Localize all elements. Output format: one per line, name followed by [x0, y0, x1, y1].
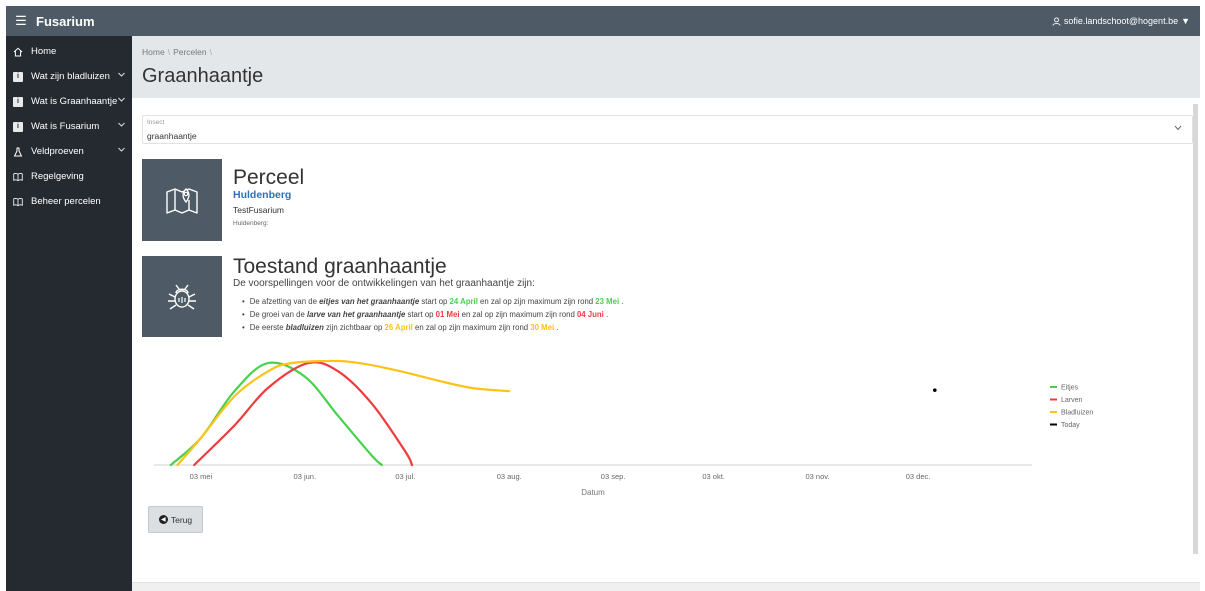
legend-eitjes-label: Eitjes — [1061, 385, 1079, 392]
sidebar-item-wat-is-fusarium[interactable]: i Wat is Fusarium — [6, 114, 132, 139]
x-tick-label: 03 dec. — [906, 472, 931, 481]
series-larven-line — [193, 361, 414, 467]
back-button[interactable]: ◀ Terug — [148, 506, 203, 533]
sidebar-item-label: Regelgeving — [31, 171, 84, 182]
legend-today-label: Today — [1061, 422, 1080, 429]
sidebar-item-label: Beheer percelen — [31, 196, 101, 207]
chevron-down-icon — [118, 147, 125, 152]
x-axis-title: Datum — [581, 488, 605, 497]
info-icon: i — [13, 96, 23, 107]
user-menu[interactable]: sofie.landschoot@hogent.be ▼ — [1052, 16, 1190, 26]
sidebar-item-label: Veldproeven — [31, 146, 84, 157]
sidebar-item-wat-is-graanhaantje[interactable]: i Wat is Graanhaantje — [6, 89, 132, 114]
x-tick-label: 03 aug. — [497, 472, 522, 481]
arrow-left-icon: ◀ — [158, 515, 168, 524]
chevron-down-icon — [118, 72, 125, 77]
sidebar-item-label: Wat is Fusarium — [31, 121, 100, 132]
x-tick-label: 03 jun. — [294, 472, 317, 481]
book-icon — [13, 197, 23, 207]
x-tick-label: 03 jul. — [395, 472, 415, 481]
top-navbar: ☰ Fusarium sofie.landschoot@hogent.be ▼ — [6, 6, 1200, 36]
back-button-label: Terug — [170, 514, 193, 525]
main-content: Home \ Percelen \ Graanhaantje Insect graan… — [132, 36, 1200, 591]
user-email: sofie.landschoot@hogent.be — [1063, 16, 1179, 26]
user-icon — [1052, 16, 1061, 26]
series-bladluizen-line — [176, 359, 511, 467]
x-tick-label: 03 nov. — [806, 472, 830, 481]
scrollbar[interactable] — [1193, 104, 1198, 554]
book-icon — [13, 172, 23, 182]
flask-icon — [13, 147, 23, 157]
sidebar-item-home[interactable]: Home — [6, 39, 132, 64]
hamburger-menu-icon[interactable]: ☰ — [10, 6, 32, 36]
series-eitjes-line — [169, 361, 383, 467]
sidebar: Home i Wat zijn bladluizen i Wat is Graa… — [6, 36, 132, 591]
sidebar-item-wat-zijn-bladluizen[interactable]: i Wat zijn bladluizen — [6, 64, 132, 89]
sidebar-item-regelgeving[interactable]: Regelgeving — [6, 164, 132, 189]
caret-down-icon: ▼ — [1181, 16, 1190, 26]
x-tick-label: 03 mei — [190, 472, 213, 481]
info-icon: i — [13, 71, 23, 82]
legend-larven-label: Larven — [1061, 397, 1083, 404]
app-brand[interactable]: Fusarium — [36, 14, 95, 29]
legend-bladluizen-label: Bladluizen — [1061, 410, 1093, 417]
sidebar-item-label: Home — [31, 46, 57, 57]
chevron-down-icon — [118, 122, 125, 127]
x-tick-label: 03 sep. — [601, 472, 626, 481]
sidebar-item-label: Wat zijn bladluizen — [31, 71, 110, 82]
development-chart: 03 mei 03 jun. 03 jul. 03 aug. 03 sep. 03 okt… — [154, 359, 1093, 497]
footer — [132, 582, 1200, 591]
sidebar-item-veldproeven[interactable]: Veldproeven — [6, 139, 132, 164]
x-tick-label: 03 okt. — [702, 472, 725, 481]
info-icon: i — [13, 121, 23, 132]
sidebar-item-beheer-percelen[interactable]: Beheer percelen — [6, 189, 132, 214]
home-icon — [13, 47, 23, 57]
sidebar-item-label: Wat is Graanhaantje — [31, 96, 118, 107]
series-today-point — [933, 388, 937, 392]
chevron-down-icon — [118, 97, 125, 102]
